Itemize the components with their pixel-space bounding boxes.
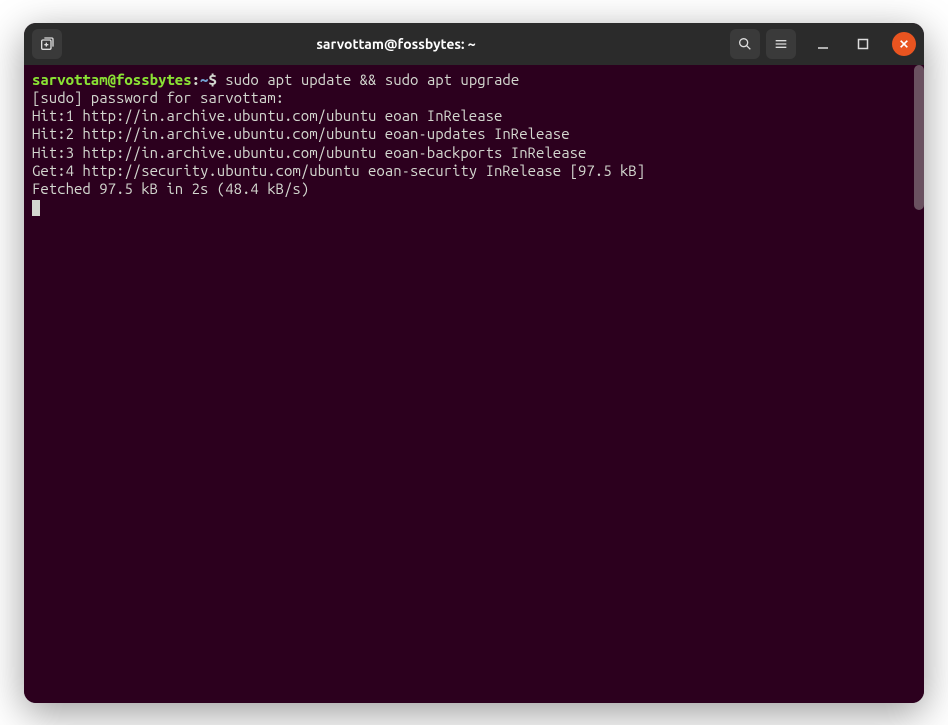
terminal-content: sarvottam@fossbytes:~$ sudo apt update &… bbox=[32, 71, 916, 217]
terminal-window: sarvottam@fossbytes: ~ bbox=[24, 23, 924, 703]
maximize-icon bbox=[857, 38, 869, 50]
window-title: sarvottam@fossbytes: ~ bbox=[316, 36, 475, 52]
prompt-colon: : bbox=[192, 71, 200, 88]
terminal-output-line: [sudo] password for sarvottam: bbox=[32, 89, 284, 106]
minimize-icon bbox=[817, 38, 829, 50]
close-button[interactable] bbox=[892, 32, 916, 56]
hamburger-icon bbox=[773, 36, 789, 52]
menu-button[interactable] bbox=[766, 29, 796, 59]
terminal-command: sudo apt update && sudo apt upgrade bbox=[225, 71, 519, 88]
minimize-button[interactable] bbox=[810, 31, 836, 57]
maximize-button[interactable] bbox=[850, 31, 876, 57]
terminal-body[interactable]: sarvottam@fossbytes:~$ sudo apt update &… bbox=[24, 65, 924, 703]
terminal-output-line: Hit:2 http://in.archive.ubuntu.com/ubunt… bbox=[32, 125, 570, 142]
new-tab-icon bbox=[39, 36, 55, 52]
terminal-output-line: Hit:3 http://in.archive.ubuntu.com/ubunt… bbox=[32, 144, 586, 161]
terminal-output-line: Hit:1 http://in.archive.ubuntu.com/ubunt… bbox=[32, 107, 502, 124]
prompt-user-host: sarvottam@fossbytes bbox=[32, 71, 192, 88]
search-button[interactable] bbox=[730, 29, 760, 59]
close-icon bbox=[899, 39, 909, 49]
terminal-output-line: Fetched 97.5 kB in 2s (48.4 kB/s) bbox=[32, 180, 309, 197]
new-tab-button[interactable] bbox=[32, 29, 62, 59]
scrollbar[interactable] bbox=[914, 65, 924, 210]
terminal-cursor bbox=[32, 200, 40, 216]
terminal-output-line: Get:4 http://security.ubuntu.com/ubuntu … bbox=[32, 162, 645, 179]
prompt-symbol: $ bbox=[208, 71, 216, 88]
titlebar: sarvottam@fossbytes: ~ bbox=[24, 23, 924, 65]
search-icon bbox=[737, 36, 753, 52]
